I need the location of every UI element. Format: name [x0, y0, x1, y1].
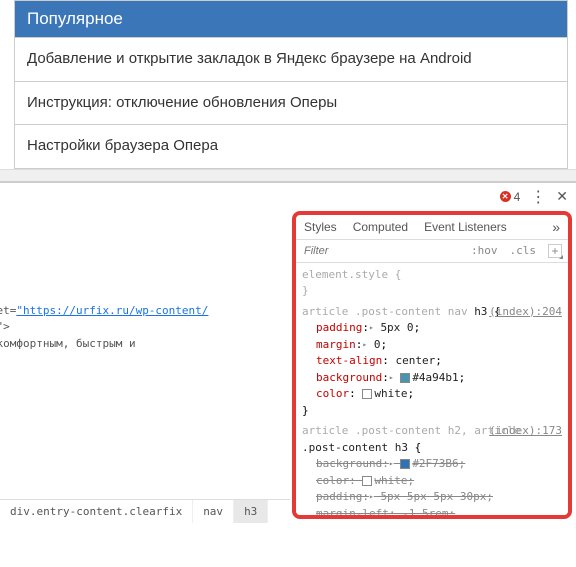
widget-title: Популярное	[15, 1, 567, 37]
color-swatch[interactable]	[362, 389, 372, 399]
color-swatch[interactable]	[362, 476, 372, 486]
devtools-panel: srcset="https://urfix.ru/wp-content/ 13p…	[0, 181, 576, 523]
error-count[interactable]: ✕ 4	[500, 190, 521, 204]
srcset-link[interactable]: "https://urfix.ru/wp-content/	[16, 304, 208, 317]
breadcrumb-item[interactable]: div.entry-content.clearfix	[0, 500, 193, 523]
filter-input[interactable]	[296, 240, 465, 262]
html-text: ера комфортным, быстрым и	[0, 337, 136, 350]
styles-rules[interactable]: element.style { } (index):204 article .p…	[296, 263, 568, 515]
new-rule-button[interactable]: +	[548, 244, 562, 258]
tab-listeners[interactable]: Event Listeners	[424, 220, 507, 234]
color-swatch[interactable]	[400, 459, 410, 469]
css-rule: (index):173 article .post-content h2, ar…	[302, 423, 562, 515]
html-text: 13px">	[0, 320, 10, 333]
devtools-toolbar: ✕ 4 ⋮ ✕	[290, 183, 576, 211]
css-rule: (index):204 article .post-content nav h3…	[302, 304, 562, 420]
html-attr: srcset=	[0, 304, 16, 317]
more-tabs-icon[interactable]: »	[552, 219, 560, 235]
breadcrumb-item[interactable]: h3	[234, 500, 268, 523]
list-item[interactable]: Инструкция: отключение обновления Оперы	[15, 81, 567, 125]
filter-row: :hov .cls +	[296, 240, 568, 263]
source-link[interactable]: (index):173	[489, 423, 562, 440]
list-item[interactable]: Настройки браузера Опера	[15, 124, 567, 168]
list-item[interactable]: Добавление и открытие закладок в Яндекс …	[15, 37, 567, 81]
elements-pane[interactable]: srcset="https://urfix.ru/wp-content/ 13p…	[0, 183, 290, 523]
tab-computed[interactable]: Computed	[353, 220, 408, 234]
close-icon[interactable]: ✕	[556, 188, 568, 205]
cls-toggle[interactable]: .cls	[504, 240, 543, 261]
css-rule: element.style { }	[302, 267, 562, 300]
source-link[interactable]: (index):204	[489, 304, 562, 321]
hov-toggle[interactable]: :hov	[465, 240, 504, 261]
styles-panel-highlight: Styles Computed Event Listeners » :hov .…	[292, 211, 572, 519]
breadcrumb: div.entry-content.clearfix nav h3	[0, 499, 290, 523]
popular-widget: Популярное Добавление и открытие закладо…	[14, 0, 568, 169]
tab-styles[interactable]: Styles	[304, 220, 337, 234]
page-background	[0, 169, 576, 181]
error-icon: ✕	[500, 191, 511, 202]
styles-tabs: Styles Computed Event Listeners »	[296, 215, 568, 240]
menu-icon[interactable]: ⋮	[530, 187, 546, 207]
breadcrumb-item[interactable]: nav	[193, 500, 234, 523]
color-swatch[interactable]	[400, 373, 410, 383]
